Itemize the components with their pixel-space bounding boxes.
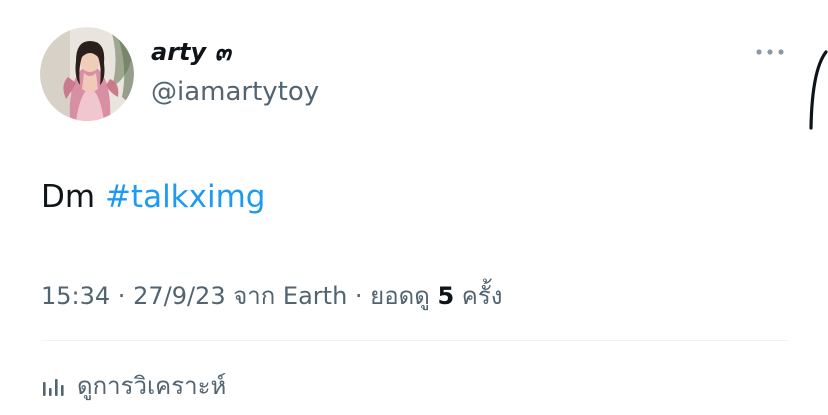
tweet-detail: arty ๓ @iamartytoy Dm #talkximg 15:34 · … (0, 0, 828, 415)
tweet-metadata: 15:34 · 27/9/23 จาก Earth · ยอดดู 5 ครั้… (41, 279, 502, 313)
tweet-source: จาก Earth (225, 282, 348, 310)
tweet-date[interactable]: 27/9/23 (133, 282, 226, 310)
hashtag-link[interactable]: #talkximg (105, 179, 266, 215)
meta-separator: · (110, 282, 134, 310)
tweet-text: Dm #talkximg (41, 176, 265, 218)
user-handle[interactable]: @iamartytoy (151, 75, 319, 109)
views-label: ยอดดู (370, 282, 438, 310)
view-analytics-label: ดูการวิเคราะห์ (77, 372, 227, 400)
tweet-text-prefix: Dm (41, 179, 105, 215)
views-count: 5 (437, 282, 455, 310)
views-suffix: ครั้ง (454, 282, 503, 310)
more-options-button[interactable] (752, 40, 788, 64)
cropped-edge-mark (804, 50, 828, 130)
divider (41, 340, 788, 341)
bar-chart-icon (43, 379, 64, 396)
more-horizontal-icon (756, 49, 784, 55)
view-analytics-button[interactable]: ดูการวิเคราะห์ (41, 368, 226, 404)
display-name[interactable]: arty ๓ (151, 37, 231, 67)
profile-photo-icon (40, 27, 134, 121)
avatar[interactable] (40, 27, 134, 121)
meta-separator: · (347, 282, 371, 310)
tweet-time[interactable]: 15:34 (41, 282, 110, 310)
